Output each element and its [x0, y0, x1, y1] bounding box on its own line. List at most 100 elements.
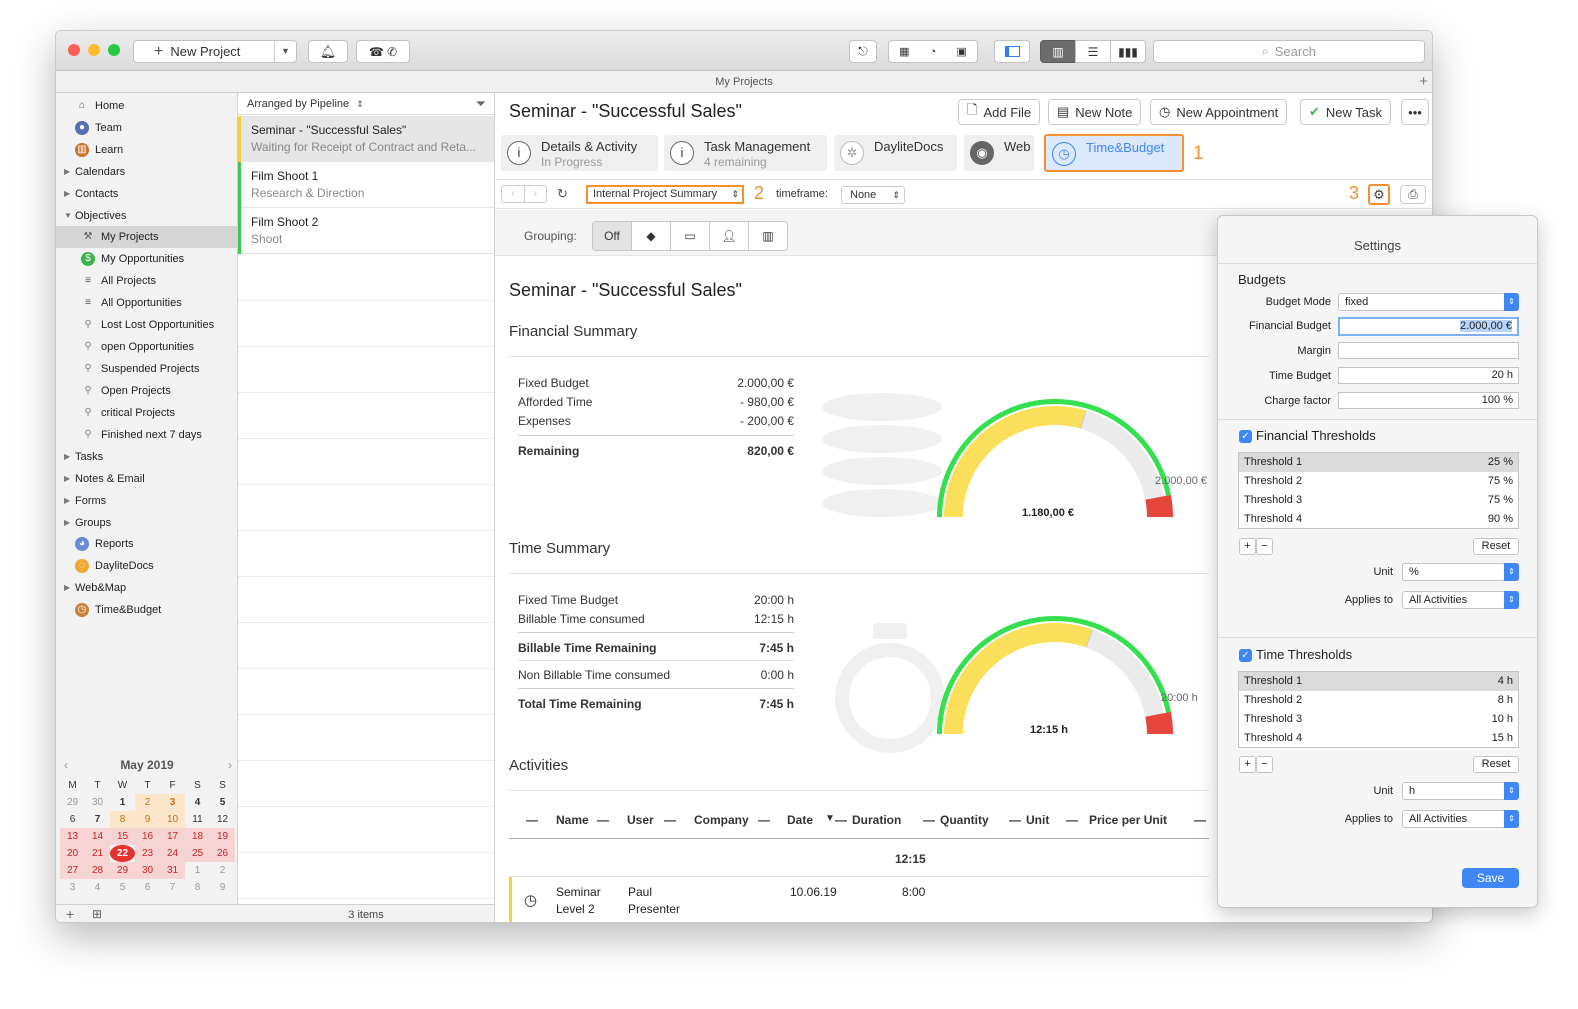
- financial-reset-button[interactable]: Reset: [1473, 538, 1519, 555]
- threshold-row[interactable]: Threshold 3 75 %: [1239, 491, 1518, 510]
- board-icon[interactable]: ▣: [956, 45, 966, 58]
- calendar-next-icon[interactable]: ›: [228, 758, 232, 772]
- financial-thresholds-checkbox[interactable]: ✓: [1239, 430, 1252, 443]
- margin-field[interactable]: [1338, 342, 1519, 359]
- sidebar-item-groups[interactable]: ▶ Groups: [56, 512, 238, 534]
- grouping-off-button[interactable]: Off: [592, 221, 632, 251]
- sidebar-toggle-button[interactable]: [994, 40, 1030, 63]
- disclosure-open-icon[interactable]: ▼: [64, 205, 72, 227]
- sidebar-item-home[interactable]: ⌂ Home: [56, 95, 238, 117]
- time-applies-select[interactable]: All Activities ⇕: [1402, 810, 1519, 828]
- add-file-button[interactable]: 🗋 Add File: [958, 99, 1041, 125]
- sidebar-item-notes-email[interactable]: ▶ Notes & Email: [56, 468, 238, 490]
- column-header[interactable]: Company: [694, 813, 749, 827]
- add-icon[interactable]: +: [66, 906, 74, 922]
- list-view-button[interactable]: ☰: [1075, 40, 1111, 63]
- refresh-icon[interactable]: ↻: [557, 186, 568, 202]
- disclosure-closed-icon[interactable]: ▶: [64, 468, 70, 490]
- calendar-day[interactable]: 27: [60, 862, 85, 879]
- column-header[interactable]: Date: [787, 813, 813, 827]
- column-header[interactable]: Name: [556, 813, 589, 827]
- calendar-day[interactable]: 8: [185, 879, 210, 896]
- column-header[interactable]: Unit: [1026, 813, 1049, 827]
- calendar-day[interactable]: 15: [110, 828, 135, 845]
- grid-icon[interactable]: ⊞: [92, 907, 102, 921]
- calendar-day[interactable]: 9: [135, 811, 160, 828]
- calendar-day[interactable]: 16: [135, 828, 160, 845]
- settings-button[interactable]: ⚙: [1368, 184, 1390, 205]
- remove-threshold-button[interactable]: −: [1256, 756, 1273, 773]
- time-thresholds-checkbox[interactable]: ✓: [1239, 649, 1252, 662]
- group-by-card-button[interactable]: ▭: [670, 221, 710, 251]
- disclosure-closed-icon[interactable]: ▶: [64, 490, 70, 512]
- calendar-day[interactable]: 6: [60, 811, 85, 828]
- sidebar-item-suspended-projects[interactable]: ⚲ Suspended Projects: [56, 358, 238, 380]
- sidebar-item-critical-projects[interactable]: ⚲ critical Projects: [56, 402, 238, 424]
- calendar-day[interactable]: 24: [160, 845, 185, 862]
- calendar-day[interactable]: 5: [210, 794, 235, 811]
- activity-row[interactable]: ◷ Seminar Level 2 Paul Presenter 10.06.1…: [509, 877, 1209, 922]
- export-button[interactable]: ⎋: [849, 40, 877, 63]
- sidebar-item-objectives[interactable]: ▼ Objectives: [56, 205, 238, 227]
- threshold-row[interactable]: Threshold 4 90 %: [1239, 510, 1518, 529]
- call-button[interactable]: ☎ ✆: [356, 40, 410, 63]
- calendar-day[interactable]: 1: [110, 794, 135, 811]
- calendar-day[interactable]: 18: [185, 828, 210, 845]
- tab-task-management[interactable]: i Task Management 4 remaining: [664, 135, 827, 171]
- list-header[interactable]: Arranged by Pipeline ⇕ ⏷: [238, 93, 494, 115]
- sidebar-item-calendars[interactable]: ▶ Calendars: [56, 161, 238, 183]
- financial-unit-select[interactable]: % ⇕: [1402, 563, 1519, 581]
- threshold-row[interactable]: Threshold 1 4 h: [1239, 672, 1518, 691]
- financial-applies-select[interactable]: All Activities ⇕: [1402, 591, 1519, 609]
- sort-descending-icon[interactable]: ▼: [825, 813, 835, 824]
- time-reset-button[interactable]: Reset: [1473, 756, 1519, 773]
- threshold-row[interactable]: Threshold 3 10 h: [1239, 710, 1518, 729]
- calendar-day[interactable]: 4: [85, 879, 110, 896]
- list-item[interactable]: Film Shoot 2 Shoot: [238, 208, 494, 254]
- calendar-day[interactable]: 3: [60, 879, 85, 896]
- budget-mode-select[interactable]: fixed ⇕: [1338, 293, 1519, 311]
- calendar-day[interactable]: 12: [210, 811, 235, 828]
- list-item[interactable]: Seminar - "Successful Sales" Waiting for …: [238, 116, 494, 162]
- sidebar-item-time-budget[interactable]: ◷ Time&Budget: [56, 599, 238, 621]
- new-note-button[interactable]: ▤ New Note: [1048, 99, 1142, 125]
- add-tab-icon[interactable]: +: [1419, 71, 1428, 93]
- calendar-day[interactable]: 1: [185, 862, 210, 879]
- calendar-day[interactable]: 11: [185, 811, 210, 828]
- calendar-day[interactable]: 13: [60, 828, 85, 845]
- sidebar-item-learn[interactable]: ▥ Learn: [56, 139, 238, 161]
- minimize-window-button[interactable]: [88, 44, 100, 56]
- calendar-day[interactable]: 19: [210, 828, 235, 845]
- threshold-row[interactable]: Threshold 4 15 h: [1239, 729, 1518, 748]
- column-header[interactable]: Duration: [852, 813, 901, 827]
- sidebar-item-web-map[interactable]: ▶ Web&Map: [56, 577, 238, 599]
- threshold-row[interactable]: Threshold 2 75 %: [1239, 472, 1518, 491]
- calendar-day[interactable]: 30: [85, 794, 110, 811]
- charge-factor-field[interactable]: 100 %: [1338, 392, 1519, 409]
- add-threshold-button[interactable]: +: [1239, 756, 1256, 773]
- sidebar-item-all-opportunities[interactable]: ≡ All Opportunities: [56, 292, 238, 314]
- calendar-icon[interactable]: ▦: [899, 45, 909, 58]
- sidebar-item-finished-next-7-days[interactable]: ⚲ Finished next 7 days: [56, 424, 238, 446]
- bell-button[interactable]: 🔔︎: [308, 40, 348, 63]
- calendar-day[interactable]: 23: [135, 845, 160, 862]
- calendar-day[interactable]: 31: [160, 862, 185, 879]
- timeframe-select[interactable]: None ⇕: [841, 186, 905, 204]
- threshold-row[interactable]: Threshold 1 25 %: [1239, 453, 1518, 472]
- sidebar-item-team[interactable]: ● Team: [56, 117, 238, 139]
- tab-web[interactable]: ◉ Web: [964, 135, 1034, 171]
- calendar-day[interactable]: 2: [135, 794, 160, 811]
- zoom-window-button[interactable]: [108, 44, 120, 56]
- calendar-day[interactable]: 7: [85, 811, 110, 828]
- add-threshold-button[interactable]: +: [1239, 538, 1256, 555]
- time-budget-field[interactable]: 20 h: [1338, 367, 1519, 384]
- calendar-day[interactable]: 25: [185, 845, 210, 862]
- calendar-day[interactable]: 22: [110, 845, 135, 862]
- chart-view-button[interactable]: ▮▮▮: [1110, 40, 1146, 63]
- timer-icon[interactable]: ◔: [930, 46, 937, 58]
- filter-icon[interactable]: ⏷: [476, 93, 486, 115]
- close-window-button[interactable]: [68, 44, 80, 56]
- save-button[interactable]: Save: [1462, 868, 1519, 888]
- forward-icon[interactable]: ›: [525, 186, 547, 202]
- split-view-button[interactable]: ▥: [1040, 40, 1076, 63]
